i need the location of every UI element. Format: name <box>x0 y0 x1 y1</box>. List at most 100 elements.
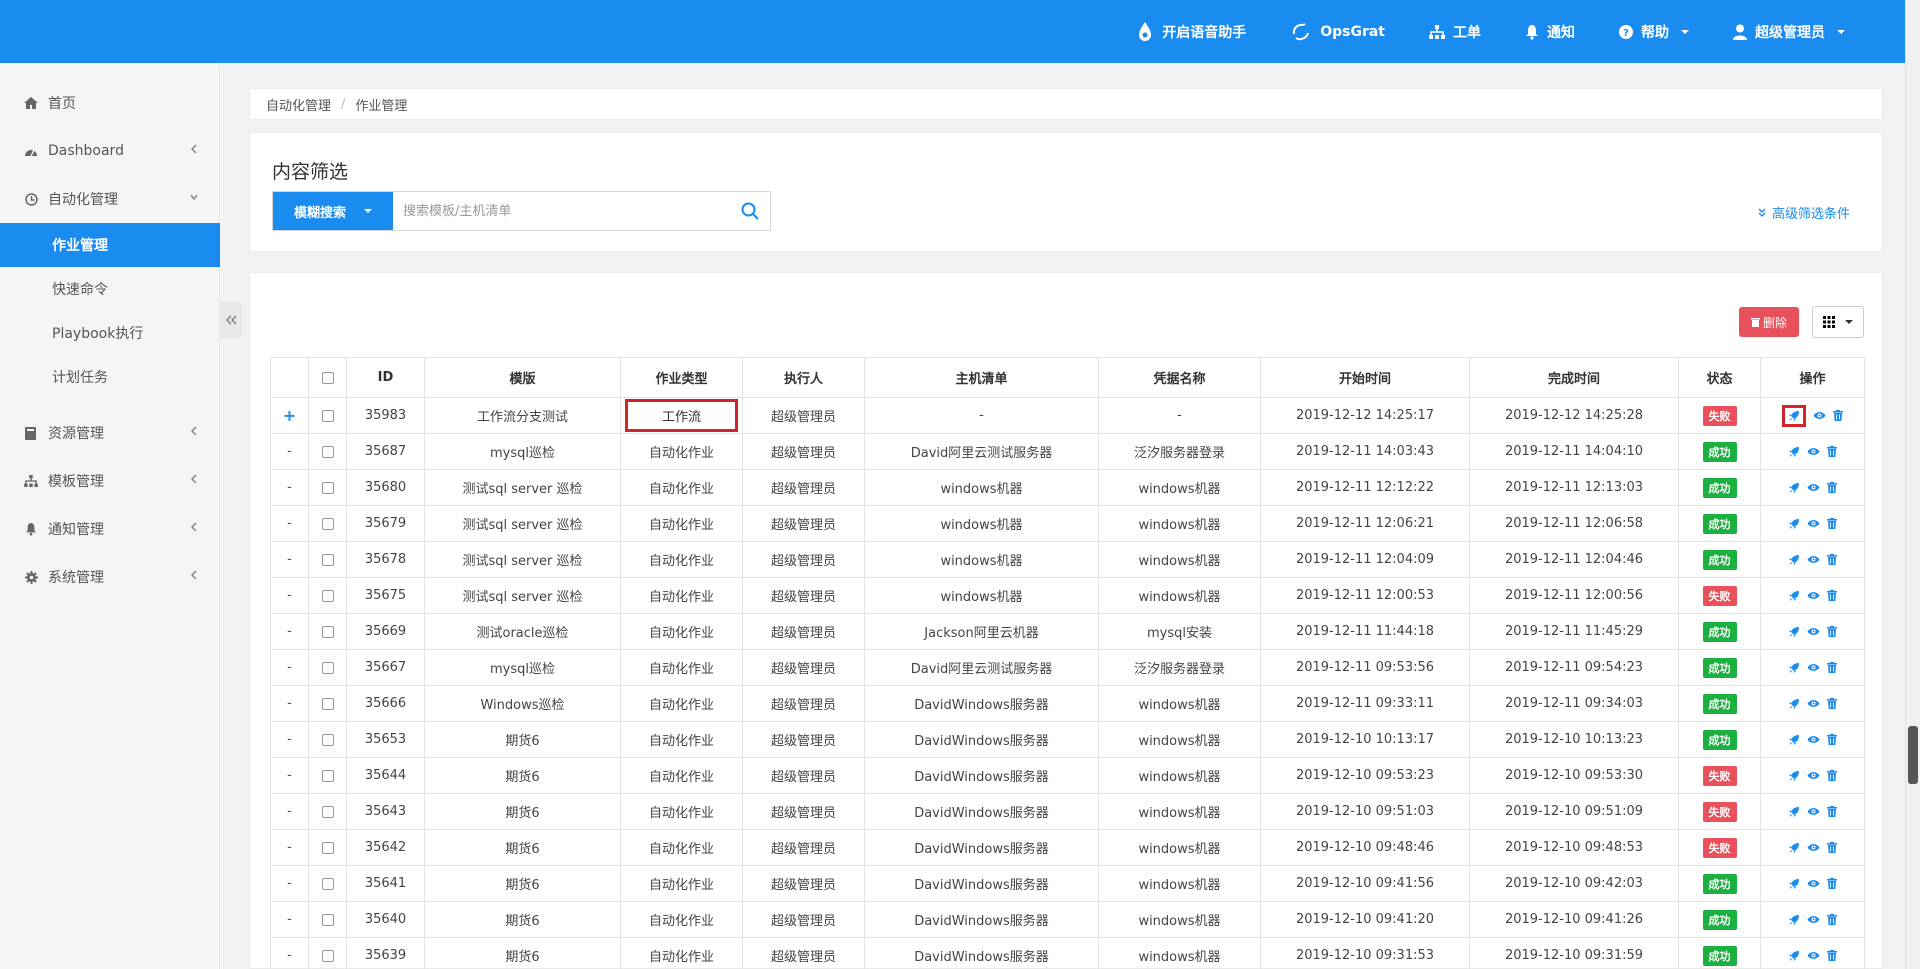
row-expand-toggle[interactable]: - <box>270 577 309 614</box>
header-cell[interactable]: 作业类型 <box>620 357 743 398</box>
sidebar-item-automation[interactable]: 自动化管理 <box>0 175 220 223</box>
view-eye-icon[interactable] <box>1807 735 1820 744</box>
row-checkbox[interactable] <box>321 661 334 674</box>
delete-trash-icon[interactable] <box>1833 410 1843 421</box>
delete-button[interactable]: 删除 <box>1739 307 1799 337</box>
header-cell[interactable]: 开始时间 <box>1260 357 1470 398</box>
row-checkbox[interactable] <box>321 589 334 602</box>
delete-trash-icon[interactable] <box>1827 554 1837 565</box>
delete-trash-icon[interactable] <box>1827 842 1837 853</box>
sidebar-item-playbook[interactable]: Playbook执行 <box>0 311 220 355</box>
view-eye-icon[interactable] <box>1807 627 1820 636</box>
row-checkbox[interactable] <box>321 877 334 890</box>
row-checkbox-cell[interactable] <box>308 469 347 506</box>
table-row[interactable]: -35644 期货6 自动化作业 超级管理员 DavidWindows服务器 window… <box>270 757 1865 794</box>
delete-trash-icon[interactable] <box>1827 950 1837 961</box>
view-eye-icon[interactable] <box>1807 519 1820 528</box>
rerun-rocket-icon[interactable] <box>1788 806 1800 818</box>
sidebar-item-system[interactable]: 系统管理 <box>0 553 220 601</box>
rerun-rocket-icon[interactable] <box>1788 446 1800 458</box>
header-cell[interactable]: 主机清单 <box>864 357 1099 398</box>
header-cell[interactable]: 模版 <box>424 357 621 398</box>
rerun-rocket-icon[interactable] <box>1788 554 1800 566</box>
row-checkbox[interactable] <box>321 409 334 422</box>
view-eye-icon[interactable] <box>1807 663 1820 672</box>
row-expand-toggle[interactable]: - <box>270 757 309 794</box>
table-row[interactable]: +35983 工作流分支测试 工作流 超级管理员 - -2019-12-12 14:25:… <box>270 397 1865 434</box>
delete-trash-icon[interactable] <box>1827 734 1837 745</box>
view-eye-icon[interactable] <box>1813 411 1826 420</box>
row-expand-toggle[interactable]: - <box>270 937 309 969</box>
table-row[interactable]: -35669 测试oracle巡检 自动化作业 超级管理员 Jackson阿里云机器 my… <box>270 613 1865 650</box>
view-eye-icon[interactable] <box>1807 483 1820 492</box>
table-row[interactable]: -35642 期货6 自动化作业 超级管理员 DavidWindows服务器 window… <box>270 829 1865 866</box>
sidebar-item-quick-command[interactable]: 快速命令 <box>0 267 220 311</box>
rerun-rocket-icon[interactable] <box>1782 404 1806 427</box>
row-checkbox-cell[interactable] <box>308 865 347 902</box>
view-eye-icon[interactable] <box>1807 771 1820 780</box>
row-checkbox[interactable] <box>321 697 334 710</box>
rerun-rocket-icon[interactable] <box>1788 950 1800 962</box>
rerun-rocket-icon[interactable] <box>1788 878 1800 890</box>
row-expand-toggle[interactable]: - <box>270 685 309 722</box>
row-expand-toggle[interactable]: - <box>270 865 309 902</box>
row-expand-toggle[interactable]: - <box>270 469 309 506</box>
row-checkbox-cell[interactable] <box>308 685 347 722</box>
row-checkbox-cell[interactable] <box>308 541 347 578</box>
delete-trash-icon[interactable] <box>1827 518 1837 529</box>
row-checkbox-cell[interactable] <box>308 901 347 938</box>
rerun-rocket-icon[interactable] <box>1788 662 1800 674</box>
search-button[interactable] <box>730 192 770 230</box>
row-checkbox[interactable] <box>321 517 334 530</box>
search-input[interactable] <box>393 192 730 230</box>
delete-trash-icon[interactable] <box>1827 770 1837 781</box>
row-checkbox[interactable] <box>321 733 334 746</box>
table-row[interactable]: - 35639 期货6 自动化作业 超级管理员 DavidWindows服务器 window… <box>270 937 1865 969</box>
column-toggle-button[interactable] <box>1812 306 1864 338</box>
row-checkbox-cell[interactable] <box>308 793 347 830</box>
header-cell[interactable]: 凭据名称 <box>1098 357 1261 398</box>
rerun-rocket-icon[interactable] <box>1788 626 1800 638</box>
row-checkbox[interactable] <box>321 445 334 458</box>
sidebar-item-dashboard[interactable]: Dashboard <box>0 127 220 175</box>
row-checkbox[interactable] <box>321 841 334 854</box>
search-mode-dropdown[interactable]: 模糊搜索 <box>273 192 393 230</box>
advanced-filter-link[interactable]: 高级筛选条件 <box>1758 203 1850 222</box>
sidebar-item-scheduled-tasks[interactable]: 计划任务 <box>0 355 220 399</box>
row-expand-toggle[interactable]: - <box>270 649 309 686</box>
view-eye-icon[interactable] <box>1807 807 1820 816</box>
view-eye-icon[interactable] <box>1807 879 1820 888</box>
row-checkbox-cell[interactable] <box>308 721 347 758</box>
sidebar-item-home[interactable]: 首页 <box>0 79 220 127</box>
rerun-rocket-icon[interactable] <box>1788 914 1800 926</box>
table-row[interactable]: -35679 测试sql server 巡检 自动化作业 超级管理员 windows机器… <box>270 505 1865 542</box>
table-row[interactable]: -35666 Windows巡检 自动化作业 超级管理员 DavidWindows服务器… <box>270 685 1865 722</box>
row-checkbox-cell[interactable] <box>308 649 347 686</box>
delete-trash-icon[interactable] <box>1827 806 1837 817</box>
table-row[interactable]: -35675 测试sql server 巡检 自动化作业 超级管理员 windows机器… <box>270 577 1865 614</box>
breadcrumb-parent[interactable]: 自动化管理 <box>266 95 331 114</box>
row-checkbox-cell[interactable] <box>308 937 347 969</box>
row-expand-toggle[interactable]: - <box>270 901 309 938</box>
delete-trash-icon[interactable] <box>1827 914 1837 925</box>
row-checkbox-cell[interactable] <box>308 505 347 542</box>
sidebar-collapse-button[interactable] <box>220 302 242 338</box>
row-checkbox[interactable] <box>321 913 334 926</box>
page-scrollbar[interactable] <box>1905 0 1920 969</box>
table-row[interactable]: -35641 期货6 自动化作业 超级管理员 DavidWindows服务器 window… <box>270 865 1865 902</box>
row-checkbox[interactable] <box>321 481 334 494</box>
table-row[interactable]: -35643 期货6 自动化作业 超级管理员 DavidWindows服务器 window… <box>270 793 1865 830</box>
rerun-rocket-icon[interactable] <box>1788 698 1800 710</box>
rerun-rocket-icon[interactable] <box>1788 734 1800 746</box>
table-row[interactable]: -35680 测试sql server 巡检 自动化作业 超级管理员 windows机器… <box>270 469 1865 506</box>
delete-trash-icon[interactable] <box>1827 662 1837 673</box>
delete-trash-icon[interactable] <box>1827 446 1837 457</box>
view-eye-icon[interactable] <box>1807 951 1820 960</box>
view-eye-icon[interactable] <box>1807 843 1820 852</box>
row-checkbox-cell[interactable] <box>308 613 347 650</box>
table-row[interactable]: -35640 期货6 自动化作业 超级管理员 DavidWindows服务器 window… <box>270 901 1865 938</box>
rerun-rocket-icon[interactable] <box>1788 590 1800 602</box>
help-menu[interactable]: ? 帮助 <box>1619 22 1689 42</box>
row-checkbox-cell[interactable] <box>308 757 347 794</box>
row-expand-toggle[interactable]: - <box>270 829 309 866</box>
